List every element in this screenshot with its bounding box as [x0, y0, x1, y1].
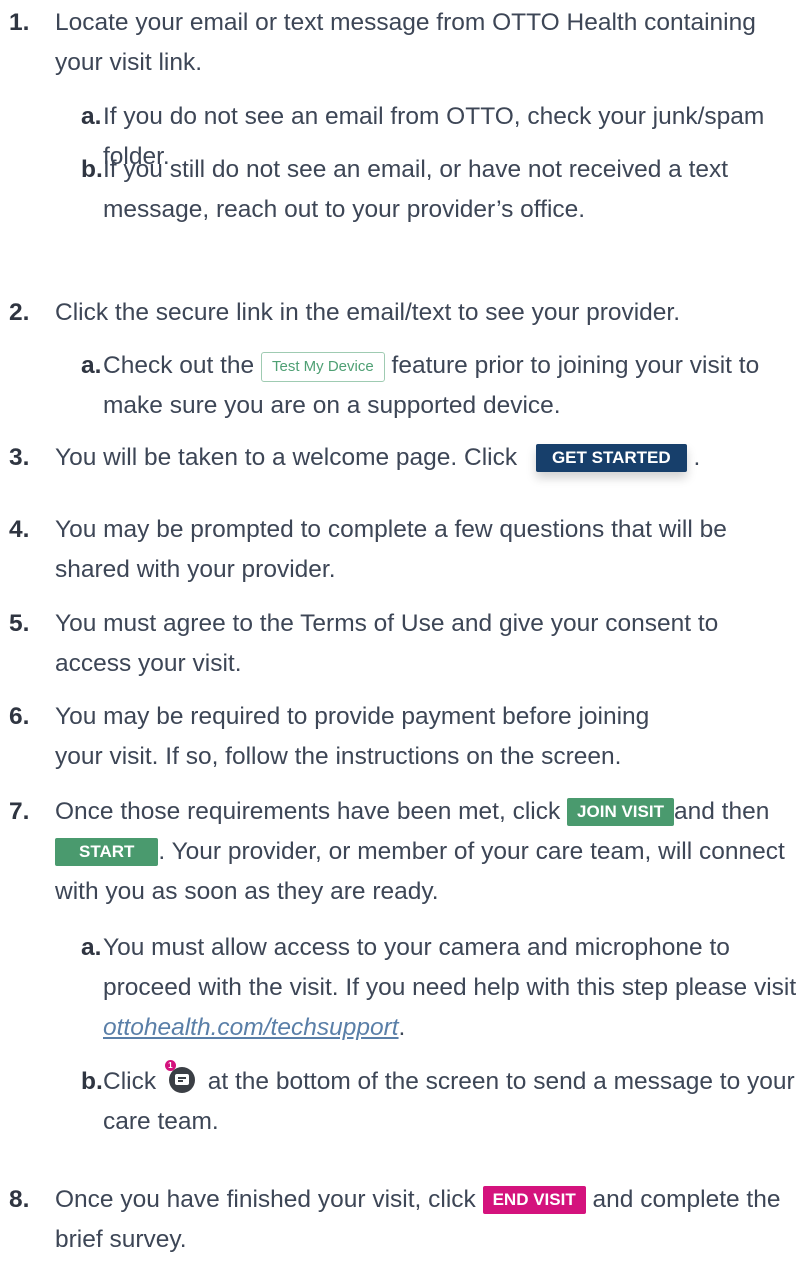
step-number: 2.	[9, 299, 30, 326]
notification-badge: 1	[164, 1060, 176, 1071]
step-text: Locate your email or text message from O…	[55, 9, 756, 76]
step-number: 8.	[9, 1186, 30, 1213]
step-number: 3.	[9, 444, 30, 471]
sub-step-letter: a.	[81, 934, 102, 961]
sub-step-text: Check out the Test My Device feature pri…	[103, 352, 760, 419]
step-number: 7.	[9, 798, 30, 825]
sub-step-text: You must allow access to your camera and…	[103, 934, 797, 1041]
step-text: You must agree to the Terms of Use and g…	[55, 610, 719, 677]
chat-bubble-shape	[174, 1074, 189, 1085]
end-visit-button[interactable]: END VISIT	[482, 1186, 586, 1214]
get-started-button[interactable]: GET STARTED	[535, 444, 687, 472]
step-text: You may be prompted to complete a few qu…	[55, 516, 727, 583]
step-text: You will be taken to a welcome page. Cli…	[55, 444, 701, 472]
test-my-device-button[interactable]: Test My Device	[261, 352, 385, 382]
start-button[interactable]: START	[55, 838, 159, 866]
sub-step-letter: b.	[81, 156, 103, 183]
step-text: Once you have finished your visit, click…	[55, 1186, 781, 1253]
sub-step-letter: a.	[81, 103, 102, 130]
step-text: Once those requirements have been met, c…	[55, 798, 785, 905]
step-text: Click the secure link in the email/text …	[55, 299, 681, 326]
sub-step-letter: b.	[81, 1068, 103, 1095]
step-text: You may be required to provide payment b…	[55, 703, 650, 770]
chat-message-icon[interactable]: 1	[164, 1060, 195, 1093]
step-number: 1.	[9, 9, 30, 36]
step-number: 6.	[9, 703, 30, 730]
sub-step-letter: a.	[81, 352, 102, 379]
instructions-page: 1. Locate your email or text message fro…	[0, 0, 808, 1271]
join-visit-button[interactable]: JOIN VISIT	[567, 798, 674, 826]
step-number: 5.	[9, 610, 30, 637]
sub-step-text: Click 1 at the bottom of the screen to s…	[103, 1060, 795, 1135]
techsupport-link[interactable]: ottohealth.com/techsupport	[103, 1014, 399, 1041]
step-number: 4.	[9, 516, 30, 543]
sub-step-text: If you still do not see an email, or hav…	[103, 156, 729, 223]
